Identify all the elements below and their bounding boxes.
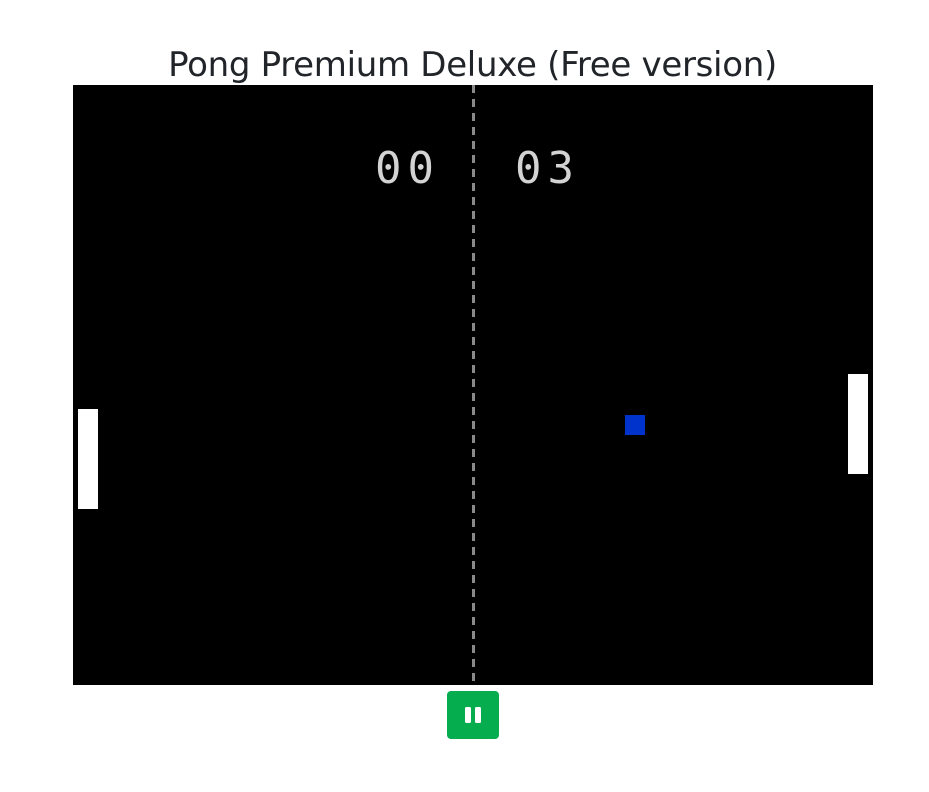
right-player-score: 03 xyxy=(515,143,580,194)
pause-icon xyxy=(465,707,481,723)
left-paddle xyxy=(78,409,98,509)
ball xyxy=(625,415,645,435)
game-board[interactable]: 00 03 xyxy=(73,85,873,685)
center-net-line xyxy=(472,85,475,685)
pause-button[interactable] xyxy=(447,691,499,739)
right-paddle xyxy=(848,374,868,474)
page-title: Pong Premium Deluxe (Free version) xyxy=(168,44,777,85)
left-player-score: 00 xyxy=(375,143,440,194)
